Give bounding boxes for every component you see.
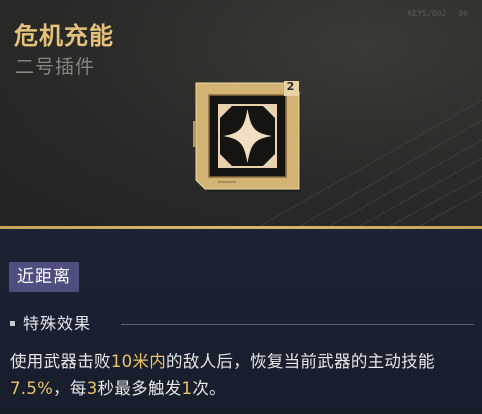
special-effect-section-header: 特殊效果	[9, 313, 474, 335]
effect-highlight: 10米内	[110, 352, 167, 371]
corner-code: KEYS/002	[407, 9, 447, 18]
section-bullet	[10, 321, 15, 326]
effect-highlight: 1	[181, 379, 193, 398]
corner-number: 06	[458, 9, 468, 18]
effect-highlight: 3	[86, 379, 98, 398]
effect-text: 的敌人后，恢复当前武器的主动技能	[166, 352, 435, 371]
effect-text: 秒最多触发	[97, 379, 182, 398]
plugin-title: 危机充能	[14, 22, 114, 50]
section-heading: 特殊效果	[23, 314, 92, 333]
plugin-category: 二号插件	[15, 56, 96, 78]
effect-text: ，每	[53, 379, 87, 398]
effect-text: 使用武器击败	[10, 352, 111, 371]
effect-highlight: 7.5%	[10, 379, 54, 398]
section-rule	[121, 324, 474, 325]
plugin-detail-card: 危机充能 二号插件 KEYS/002 06 2 近距离 特殊效果 使用武器击败1…	[0, 0, 482, 414]
range-tag: 近距离	[9, 262, 79, 292]
corner-tag: KEYS/002 06	[396, 9, 468, 18]
tier-badge: 2	[286, 80, 295, 93]
effect-description: 使用武器击败10米内的敌人后，恢复当前武器的主动技能 7.5%，每3秒最多触发1次…	[10, 348, 472, 402]
plugin-info-panel: 近距离 特殊效果 使用武器击败10米内的敌人后，恢复当前武器的主动技能 7.5%，…	[0, 229, 482, 414]
plugin-header: 危机充能 二号插件 KEYS/002 06 2	[0, 0, 482, 226]
effect-text: 次。	[192, 379, 226, 398]
plugin-chip-icon	[193, 81, 301, 192]
